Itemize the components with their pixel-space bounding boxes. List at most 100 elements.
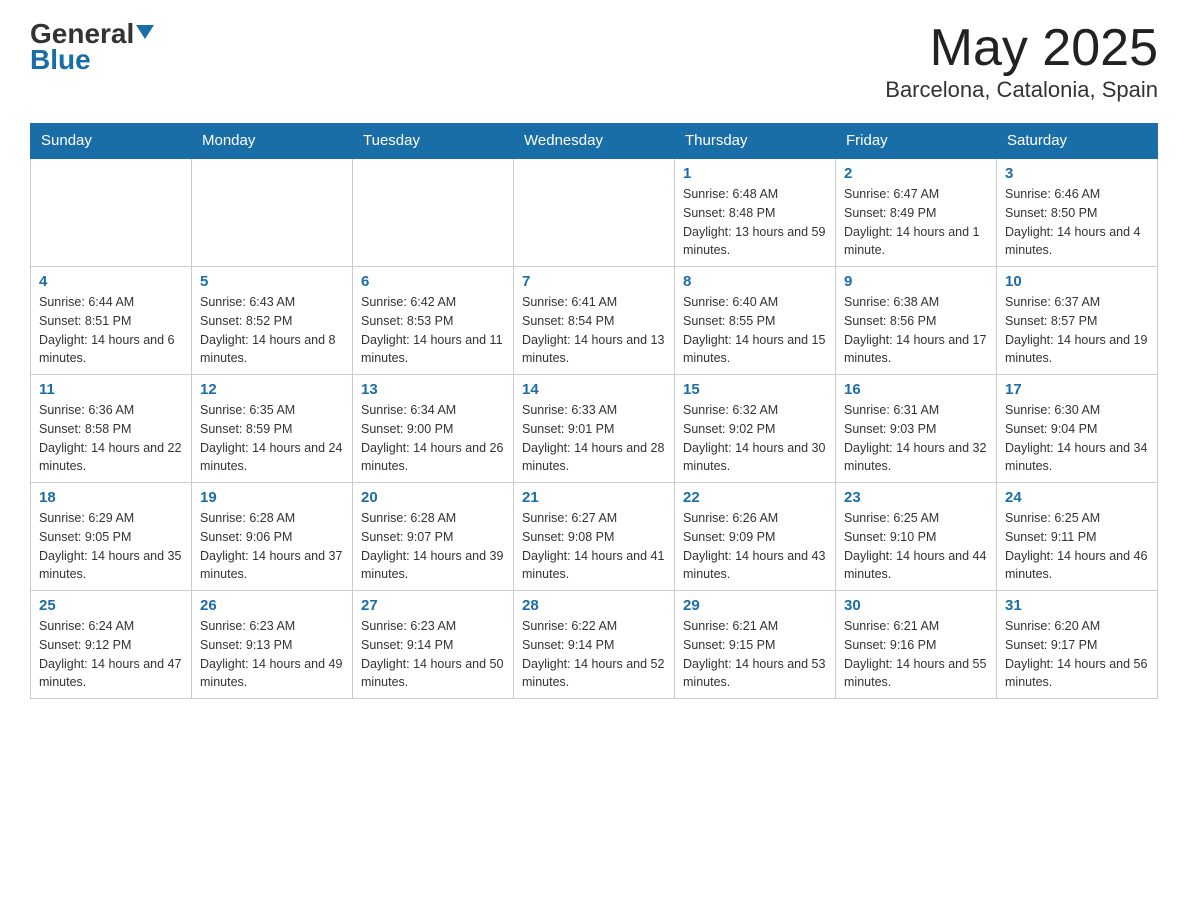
day-of-week-header: Wednesday (514, 124, 675, 159)
calendar-week-row: 11Sunrise: 6:36 AM Sunset: 8:58 PM Dayli… (31, 375, 1158, 483)
calendar-cell: 26 Sunrise: 6:23 AM Sunset: 9:13 PM Dayli… (192, 591, 353, 699)
calendar-cell: 16 Sunrise: 6:31 AM Sunset: 9:03 PM Dayli… (836, 375, 997, 483)
calendar-cell: 6Sunrise: 6:42 AM Sunset: 8:53 PM Daylig… (353, 267, 514, 375)
day-number: 29 (683, 597, 827, 614)
calendar-cell: 12 Sunrise: 6:35 AM Sunset: 8:59 PM Dayli… (192, 375, 353, 483)
day-info: Sunrise: 6:30 AM Sunset: 9:04 PM Dayligh… (1005, 401, 1149, 476)
day-info: Sunrise: 6:25 AM Sunset: 9:11 PM Dayligh… (1005, 509, 1149, 584)
day-number: 3 (1005, 165, 1149, 182)
logo-triangle-icon (136, 25, 154, 39)
calendar-cell: 24 Sunrise: 6:25 AM Sunset: 9:11 PM Dayli… (997, 483, 1158, 591)
day-number: 23 (844, 489, 988, 506)
calendar-cell: 15 Sunrise: 6:32 AM Sunset: 9:02 PM Dayli… (675, 375, 836, 483)
day-info: Sunrise: 6:40 AM Sunset: 8:55 PM Dayligh… (683, 293, 827, 368)
calendar-cell: 20 Sunrise: 6:28 AM Sunset: 9:07 PM Dayli… (353, 483, 514, 591)
day-number: 4 (39, 273, 183, 290)
day-info: Sunrise: 6:26 AM Sunset: 9:09 PM Dayligh… (683, 509, 827, 584)
day-info: Sunrise: 6:44 AM Sunset: 8:51 PM Dayligh… (39, 293, 183, 368)
day-of-week-header: Monday (192, 124, 353, 159)
day-number: 16 (844, 381, 988, 398)
calendar-cell: 14 Sunrise: 6:33 AM Sunset: 9:01 PM Dayli… (514, 375, 675, 483)
calendar-cell: 5 Sunrise: 6:43 AM Sunset: 8:52 PM Daylig… (192, 267, 353, 375)
day-info: Sunrise: 6:21 AM Sunset: 9:15 PM Dayligh… (683, 617, 827, 692)
day-number: 18 (39, 489, 183, 506)
calendar-cell: 13Sunrise: 6:34 AM Sunset: 9:00 PM Dayli… (353, 375, 514, 483)
day-number: 2 (844, 165, 988, 182)
day-info: Sunrise: 6:41 AM Sunset: 8:54 PM Dayligh… (522, 293, 666, 368)
day-info: Sunrise: 6:43 AM Sunset: 8:52 PM Dayligh… (200, 293, 344, 368)
day-info: Sunrise: 6:29 AM Sunset: 9:05 PM Dayligh… (39, 509, 183, 584)
calendar-cell: 31Sunrise: 6:20 AM Sunset: 9:17 PM Dayli… (997, 591, 1158, 699)
calendar-cell: 22 Sunrise: 6:26 AM Sunset: 9:09 PM Dayli… (675, 483, 836, 591)
day-info: Sunrise: 6:24 AM Sunset: 9:12 PM Dayligh… (39, 617, 183, 692)
calendar-cell: 17 Sunrise: 6:30 AM Sunset: 9:04 PM Dayli… (997, 375, 1158, 483)
day-number: 8 (683, 273, 827, 290)
logo-blue: Blue (30, 44, 91, 76)
calendar-cell: 10 Sunrise: 6:37 AM Sunset: 8:57 PM Dayli… (997, 267, 1158, 375)
day-info: Sunrise: 6:42 AM Sunset: 8:53 PM Dayligh… (361, 293, 505, 368)
calendar-cell: 3 Sunrise: 6:46 AM Sunset: 8:50 PM Daylig… (997, 158, 1158, 267)
calendar-subtitle: Barcelona, Catalonia, Spain (885, 77, 1158, 103)
calendar-week-row: 25Sunrise: 6:24 AM Sunset: 9:12 PM Dayli… (31, 591, 1158, 699)
day-number: 12 (200, 381, 344, 398)
calendar-week-row: 18 Sunrise: 6:29 AM Sunset: 9:05 PM Dayli… (31, 483, 1158, 591)
calendar-cell (514, 158, 675, 267)
logo: General Blue (30, 20, 154, 76)
day-info: Sunrise: 6:25 AM Sunset: 9:10 PM Dayligh… (844, 509, 988, 584)
day-of-week-header: Sunday (31, 124, 192, 159)
calendar-cell: 7 Sunrise: 6:41 AM Sunset: 8:54 PM Daylig… (514, 267, 675, 375)
day-info: Sunrise: 6:21 AM Sunset: 9:16 PM Dayligh… (844, 617, 988, 692)
day-number: 28 (522, 597, 666, 614)
day-number: 24 (1005, 489, 1149, 506)
calendar-cell (353, 158, 514, 267)
calendar-cell: 9Sunrise: 6:38 AM Sunset: 8:56 PM Daylig… (836, 267, 997, 375)
day-info: Sunrise: 6:33 AM Sunset: 9:01 PM Dayligh… (522, 401, 666, 476)
day-number: 27 (361, 597, 505, 614)
day-number: 26 (200, 597, 344, 614)
day-info: Sunrise: 6:27 AM Sunset: 9:08 PM Dayligh… (522, 509, 666, 584)
calendar-cell: 23 Sunrise: 6:25 AM Sunset: 9:10 PM Dayli… (836, 483, 997, 591)
calendar-cell: 28 Sunrise: 6:22 AM Sunset: 9:14 PM Dayli… (514, 591, 675, 699)
day-number: 1 (683, 165, 827, 182)
day-number: 20 (361, 489, 505, 506)
day-info: Sunrise: 6:22 AM Sunset: 9:14 PM Dayligh… (522, 617, 666, 692)
day-info: Sunrise: 6:20 AM Sunset: 9:17 PM Dayligh… (1005, 617, 1149, 692)
day-info: Sunrise: 6:31 AM Sunset: 9:03 PM Dayligh… (844, 401, 988, 476)
day-number: 14 (522, 381, 666, 398)
day-info: Sunrise: 6:48 AM Sunset: 8:48 PM Dayligh… (683, 185, 827, 260)
day-info: Sunrise: 6:35 AM Sunset: 8:59 PM Dayligh… (200, 401, 344, 476)
calendar-cell: 25Sunrise: 6:24 AM Sunset: 9:12 PM Dayli… (31, 591, 192, 699)
day-number: 5 (200, 273, 344, 290)
calendar-week-row: 1 Sunrise: 6:48 AM Sunset: 8:48 PM Daylig… (31, 158, 1158, 267)
day-number: 15 (683, 381, 827, 398)
calendar-cell: 11Sunrise: 6:36 AM Sunset: 8:58 PM Dayli… (31, 375, 192, 483)
day-info: Sunrise: 6:32 AM Sunset: 9:02 PM Dayligh… (683, 401, 827, 476)
calendar-cell: 21 Sunrise: 6:27 AM Sunset: 9:08 PM Dayli… (514, 483, 675, 591)
day-of-week-header: Thursday (675, 124, 836, 159)
day-of-week-header: Tuesday (353, 124, 514, 159)
calendar-title: May 2025 (885, 20, 1158, 77)
day-number: 21 (522, 489, 666, 506)
day-info: Sunrise: 6:46 AM Sunset: 8:50 PM Dayligh… (1005, 185, 1149, 260)
day-number: 22 (683, 489, 827, 506)
calendar-cell: 30 Sunrise: 6:21 AM Sunset: 9:16 PM Dayli… (836, 591, 997, 699)
calendar-cell: 1 Sunrise: 6:48 AM Sunset: 8:48 PM Daylig… (675, 158, 836, 267)
page-header: General Blue May 2025 Barcelona, Catalon… (30, 20, 1158, 103)
day-info: Sunrise: 6:47 AM Sunset: 8:49 PM Dayligh… (844, 185, 988, 260)
day-number: 19 (200, 489, 344, 506)
day-number: 9 (844, 273, 988, 290)
day-info: Sunrise: 6:37 AM Sunset: 8:57 PM Dayligh… (1005, 293, 1149, 368)
calendar-cell (31, 158, 192, 267)
calendar-week-row: 4 Sunrise: 6:44 AM Sunset: 8:51 PM Daylig… (31, 267, 1158, 375)
day-info: Sunrise: 6:28 AM Sunset: 9:06 PM Dayligh… (200, 509, 344, 584)
day-info: Sunrise: 6:23 AM Sunset: 9:13 PM Dayligh… (200, 617, 344, 692)
day-number: 7 (522, 273, 666, 290)
day-number: 10 (1005, 273, 1149, 290)
day-info: Sunrise: 6:23 AM Sunset: 9:14 PM Dayligh… (361, 617, 505, 692)
day-of-week-header: Friday (836, 124, 997, 159)
day-info: Sunrise: 6:34 AM Sunset: 9:00 PM Dayligh… (361, 401, 505, 476)
day-number: 30 (844, 597, 988, 614)
calendar-cell: 2 Sunrise: 6:47 AM Sunset: 8:49 PM Daylig… (836, 158, 997, 267)
day-info: Sunrise: 6:28 AM Sunset: 9:07 PM Dayligh… (361, 509, 505, 584)
day-number: 17 (1005, 381, 1149, 398)
